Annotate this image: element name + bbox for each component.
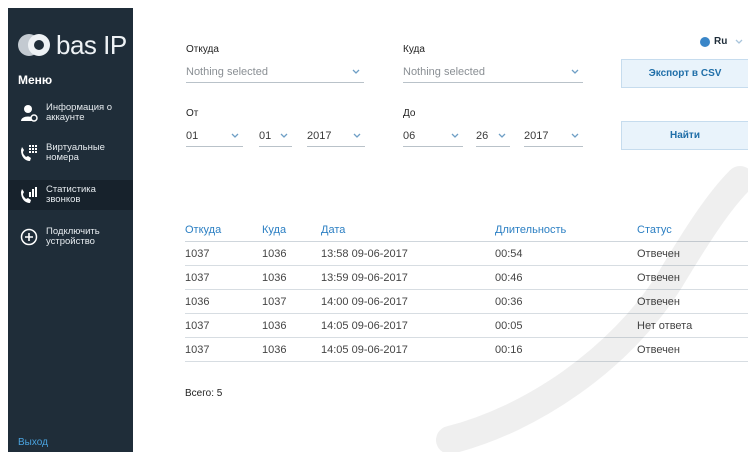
date-from-year-select[interactable]: 2017 (307, 130, 365, 147)
cell-status: Отвечен (637, 289, 748, 314)
total-count: Всего: 5 (185, 388, 223, 399)
table-row: 1036 1037 14:00 09-06-2017 00:36 Отвечен (185, 289, 748, 314)
cell-status: Отвечен (637, 241, 748, 266)
table-header-row: Откуда Куда Дата Длительность Статус (185, 220, 748, 242)
cell-date: 13:59 09-06-2017 (321, 265, 495, 290)
cell-from: 1036 (185, 289, 262, 314)
chevron-down-icon (571, 133, 579, 138)
logo: bas IP (18, 30, 127, 60)
chevron-down-icon (498, 133, 506, 138)
cell-date: 14:05 09-06-2017 (321, 337, 495, 362)
column-header-to[interactable]: Куда (262, 220, 321, 242)
cell-from: 1037 (185, 241, 262, 266)
export-csv-button[interactable]: Экспорт в CSV (621, 59, 748, 88)
date-to-month-value: 26 (476, 130, 489, 142)
cell-to: 1036 (262, 337, 321, 362)
table-row: 1037 1036 14:05 09-06-2017 00:05 Нет отв… (185, 313, 748, 338)
cell-duration: 00:36 (495, 289, 637, 314)
date-from-label: От (186, 108, 199, 119)
table-row: 1037 1036 13:59 09-06-2017 00:46 Отвечен (185, 265, 748, 290)
user-settings-icon (18, 102, 40, 124)
cell-to: 1036 (262, 265, 321, 290)
date-from-year-value: 2017 (307, 130, 332, 142)
sidebar-item-account-info[interactable]: Информация о аккаунте (8, 98, 133, 128)
sidebar-item-label: Информация о аккаунте (46, 102, 113, 123)
cell-duration: 00:54 (495, 241, 637, 266)
logo-text: bas IP (56, 30, 127, 60)
language-selector[interactable]: Ru (700, 36, 743, 47)
chevron-down-icon (735, 39, 743, 44)
table-row: 1037 1036 13:58 09-06-2017 00:54 Отвечен (185, 241, 748, 266)
phone-keypad-icon (18, 142, 40, 164)
sidebar-item-call-stats[interactable]: Статистика звонков (8, 180, 133, 210)
date-from-month-select[interactable]: 01 (259, 130, 292, 147)
phone-stats-icon (18, 184, 40, 206)
column-header-date[interactable]: Дата (321, 220, 495, 242)
to-select[interactable]: Nothing selected (403, 66, 583, 83)
cell-duration: 00:46 (495, 265, 637, 290)
cell-to: 1036 (262, 313, 321, 338)
column-header-from[interactable]: Откуда (185, 220, 262, 242)
column-header-duration[interactable]: Длительность (495, 220, 637, 242)
cell-from: 1037 (185, 313, 262, 338)
cell-date: 13:58 09-06-2017 (321, 241, 495, 266)
from-select[interactable]: Nothing selected (186, 66, 364, 83)
chevron-down-icon (451, 133, 459, 138)
calls-table: Откуда Куда Дата Длительность Статус 103… (185, 220, 748, 362)
date-to-month-select[interactable]: 26 (476, 130, 510, 147)
date-from-month-value: 01 (259, 130, 272, 142)
to-label: Куда (403, 44, 425, 55)
sidebar-item-label: Виртуальные номера (46, 142, 105, 163)
date-from-day-select[interactable]: 01 (186, 130, 243, 147)
cell-status: Отвечен (637, 337, 748, 362)
date-to-day-value: 06 (403, 130, 416, 142)
date-to-day-select[interactable]: 06 (403, 130, 463, 147)
from-label: Откуда (186, 44, 219, 55)
chevron-down-icon (571, 69, 579, 74)
search-button[interactable]: Найти (621, 121, 748, 150)
logout-link[interactable]: Выход (18, 437, 48, 448)
plus-circle-icon (18, 226, 40, 248)
cell-from: 1037 (185, 337, 262, 362)
cell-status: Отвечен (637, 265, 748, 290)
sidebar-item-label: Подключить устройство (46, 226, 100, 247)
from-select-value: Nothing selected (186, 66, 268, 78)
sidebar: bas IP Меню Информация о аккаунте Виртуа… (8, 8, 133, 452)
date-to-label: До (403, 108, 416, 119)
table-row: 1037 1036 14:05 09-06-2017 00:16 Отвечен (185, 337, 748, 362)
cell-duration: 00:05 (495, 313, 637, 338)
cell-to: 1036 (262, 241, 321, 266)
date-to-year-value: 2017 (524, 130, 549, 142)
cell-duration: 00:16 (495, 337, 637, 362)
column-header-status[interactable]: Статус (637, 220, 748, 242)
date-from-day-value: 01 (186, 130, 199, 142)
logo-mark (18, 34, 52, 56)
language-label: Ru (714, 36, 728, 47)
sidebar-item-label: Статистика звонков (46, 184, 96, 205)
cell-date: 14:05 09-06-2017 (321, 313, 495, 338)
chevron-down-icon (353, 133, 361, 138)
cell-status: Нет ответа (637, 313, 748, 338)
cell-from: 1037 (185, 265, 262, 290)
to-select-value: Nothing selected (403, 66, 485, 78)
chevron-down-icon (280, 133, 288, 138)
sidebar-item-virtual-numbers[interactable]: Виртуальные номера (8, 138, 133, 168)
menu-title: Меню (18, 73, 53, 87)
cell-date: 14:00 09-06-2017 (321, 289, 495, 314)
chevron-down-icon (352, 69, 360, 74)
globe-icon (700, 36, 710, 47)
cell-to: 1037 (262, 289, 321, 314)
date-to-year-select[interactable]: 2017 (524, 130, 583, 147)
sidebar-item-connect-device[interactable]: Подключить устройство (8, 222, 133, 252)
chevron-down-icon (231, 133, 239, 138)
